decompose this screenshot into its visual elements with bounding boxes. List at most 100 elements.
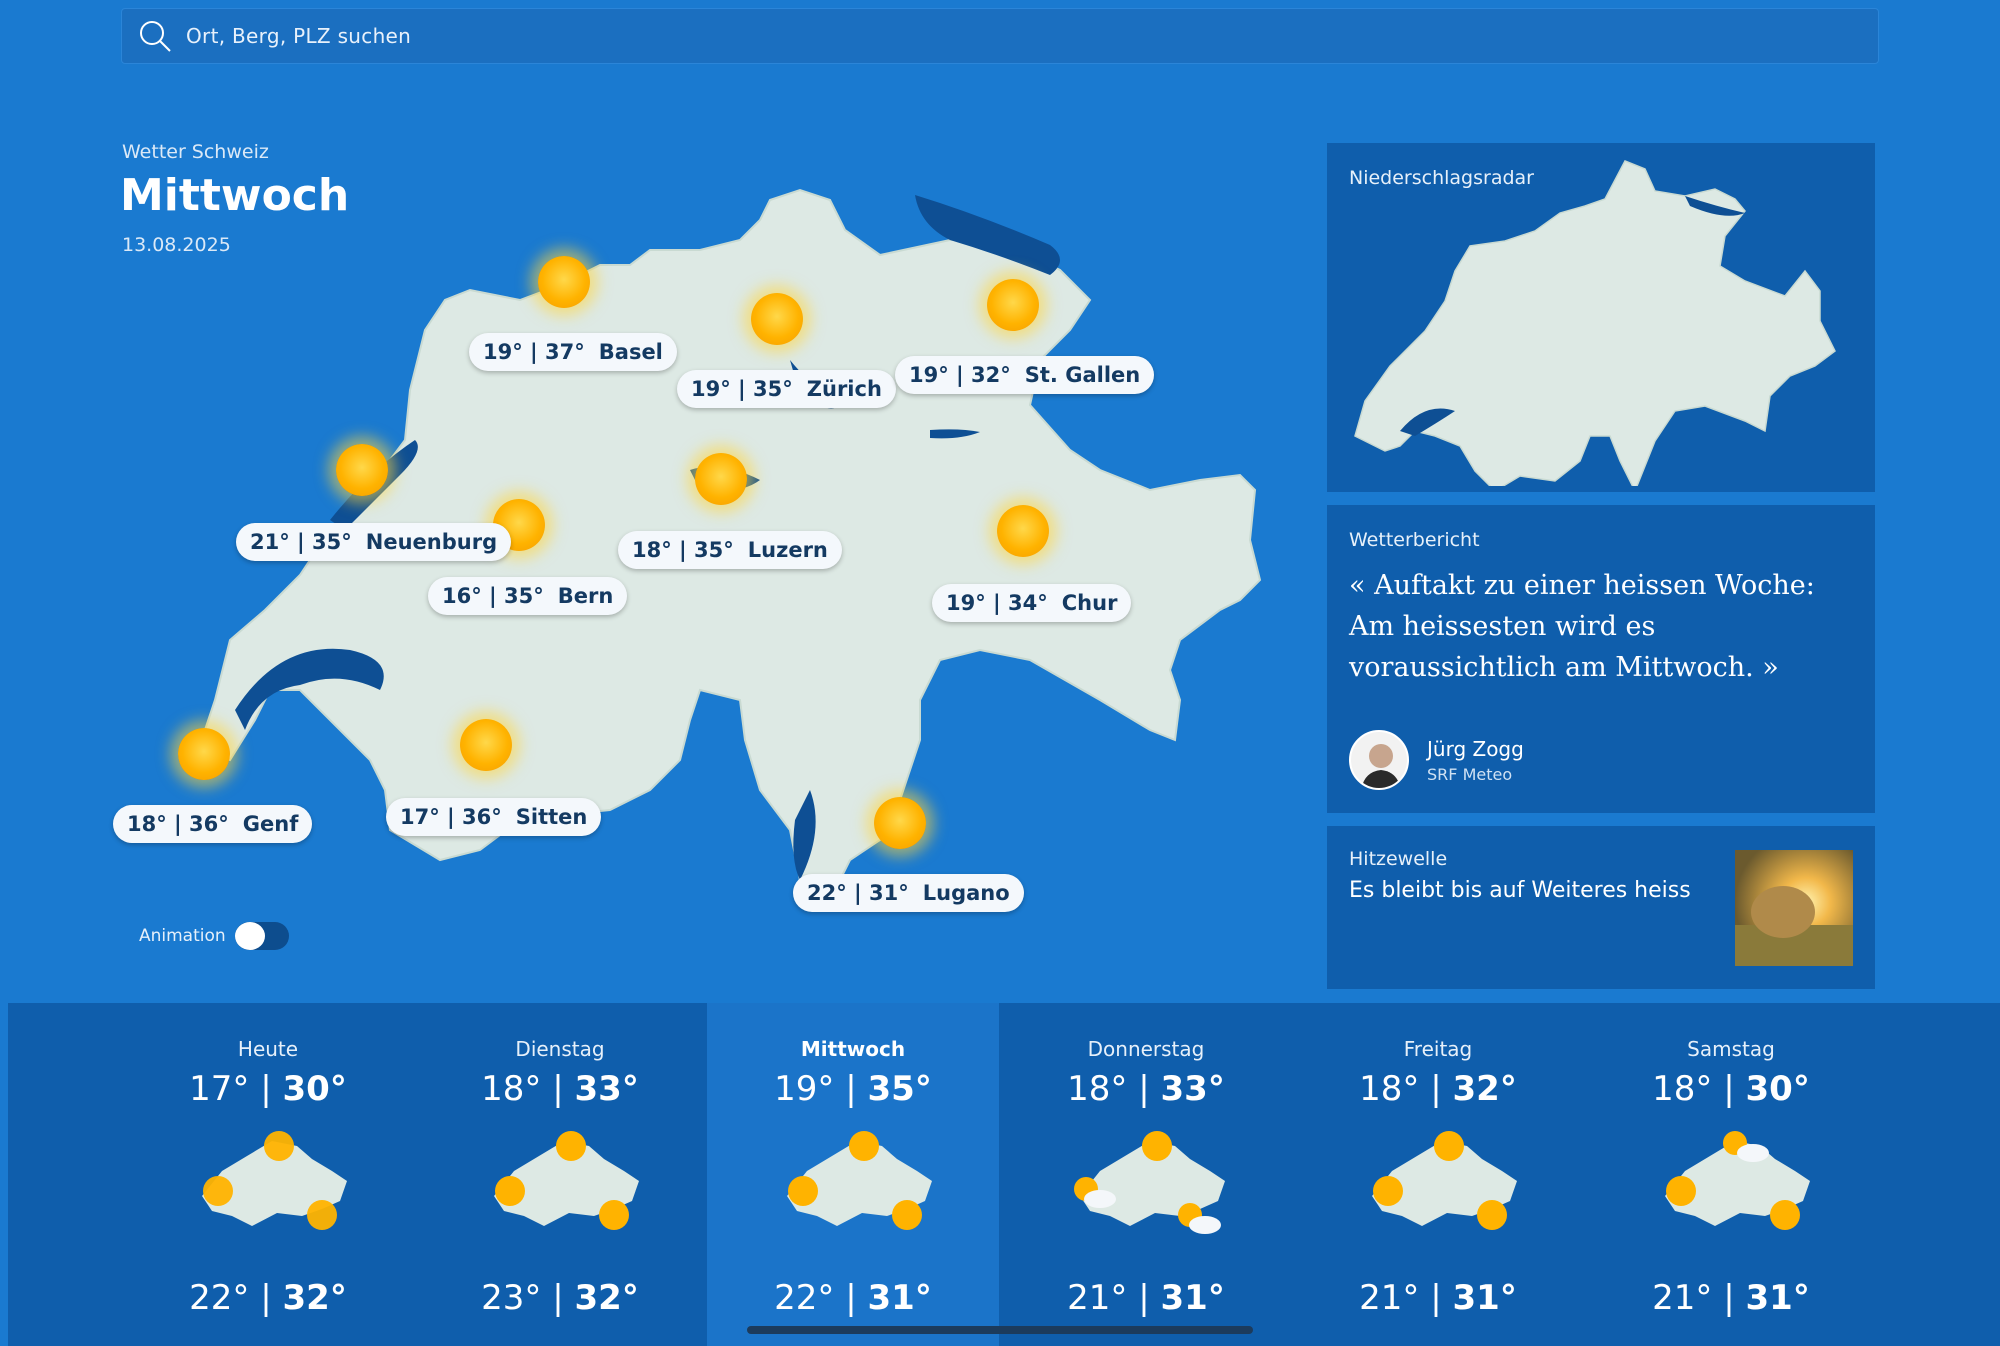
author-org: SRF Meteo [1427,764,1513,784]
city-label-sitten[interactable]: 17° | 36° Sitten [386,798,602,836]
day-name: Dienstag [515,1037,605,1061]
south-temp: 21° | 31° [1359,1278,1517,1318]
city-max: 31° [869,881,909,905]
heatwave-text: Es bleibt bis auf Weiteres heiss [1349,878,1691,903]
forecast-strip: Heute 17° | 30° 22° | 32° Dienstag 18° |… [8,1003,2000,1346]
mini-map-sun-cloud-icon [1074,1131,1225,1234]
search-icon [140,21,171,52]
city-min: 19° [946,591,986,615]
city-min: 18° [127,812,167,836]
city-name: Sitten [515,805,588,829]
report-author: Jürg Zogg SRF Meteo [1349,730,1524,790]
radar-map [1354,160,1836,486]
search-bar[interactable]: Ort, Berg, PLZ suchen [121,8,1879,64]
north-temp: 18° | 33° [481,1069,639,1109]
mini-map-sun-icon [1372,1131,1517,1230]
north-temp: 18° | 32° [1359,1069,1517,1109]
city-max: 32° [971,363,1011,387]
report-label: Wetterbericht [1349,529,1480,551]
city-max: 35° [694,538,734,562]
city-min: 22° [807,881,847,905]
mini-map-sun-icon [494,1131,639,1230]
forecast-day[interactable]: Heute 17° | 30° 22° | 32° [122,1003,414,1346]
city-min: 19° [483,340,523,364]
south-temp: 21° | 31° [1652,1278,1810,1318]
forecast-day[interactable]: Donnerstag 18° | 33° 21° | 31° [1000,1003,1292,1346]
sun-icon-sitten [460,719,512,771]
horizontal-scrollbar[interactable] [747,1326,1253,1334]
mini-map-sun-icon [787,1131,932,1230]
city-max: 36° [462,805,502,829]
forecast-day[interactable]: Freitag 18° | 32° 21° | 31° [1292,1003,1584,1346]
city-label-bern[interactable]: 16° | 35° Bern [428,577,628,615]
city-name: Genf [242,812,299,836]
animation-label: Animation [139,926,226,946]
animation-toggle[interactable] [235,922,289,950]
north-temp: 18° | 33° [1067,1069,1225,1109]
city-max: 36° [189,812,229,836]
south-temp: 23° | 32° [481,1278,639,1318]
city-label-genf[interactable]: 18° | 36° Genf [113,805,313,843]
report-quote: « Auftakt zu einer heissen Woche: Am hei… [1349,570,1815,683]
city-name: Luzern [747,538,828,562]
sun-icon-zurich [751,293,803,345]
radar-panel[interactable]: Niederschlagsradar [1327,143,1875,492]
city-min: 18° [632,538,672,562]
city-label-lugano[interactable]: 22° | 31° Lugano [793,874,1024,912]
city-name: Basel [598,340,663,364]
day-name: Freitag [1403,1037,1473,1061]
author-name: Jürg Zogg [1427,736,1524,761]
avatar [1349,730,1409,790]
city-min: 19° [909,363,949,387]
sun-icon-genf [178,728,230,780]
city-label-neuenburg[interactable]: 21° | 35° Neuenburg [236,523,512,561]
south-temp: 21° | 31° [1067,1278,1225,1318]
city-label-zurich[interactable]: 19° | 35° Zürich [677,370,896,408]
south-temp: 22° | 31° [774,1278,932,1318]
city-min: 21° [250,530,290,554]
city-max: 34° [1008,591,1048,615]
city-min: 17° [400,805,440,829]
city-name: Neuenburg [365,530,498,554]
sun-icon-neuenburg [336,444,388,496]
heatwave-label: Hitzewelle [1349,848,1448,870]
city-label-basel[interactable]: 19° | 37° Basel [469,333,677,371]
heatwave-panel[interactable]: Hitzewelle Es bleibt bis auf Weiteres he… [1327,826,1875,989]
city-max: 37° [545,340,585,364]
forecast-day-active[interactable]: Mittwoch 19° | 35° 22° | 31° [707,1003,999,1346]
city-label-chur[interactable]: 19° | 34° Chur [932,584,1132,622]
sun-icon-lugano [874,797,926,849]
mini-map-sun-cloud-icon [1665,1131,1810,1230]
north-temp: 19° | 35° [774,1069,932,1109]
city-label-luzern[interactable]: 18° | 35° Luzern [618,531,842,569]
day-name: Samstag [1687,1037,1775,1061]
city-max: 35° [312,530,352,554]
city-name: St. Gallen [1024,363,1141,387]
sun-icon-basel [538,256,590,308]
city-name: Zürich [806,377,882,401]
day-name: Donnerstag [1087,1037,1205,1061]
city-name: Bern [557,584,614,608]
heatwave-thumbnail [1735,850,1853,966]
weather-report-panel[interactable]: Wetterbericht « Auftakt zu einer heissen… [1327,505,1875,813]
switzerland-map[interactable] [0,140,1300,902]
north-temp: 18° | 30° [1652,1069,1810,1109]
sun-icon-stgallen [987,279,1039,331]
sun-icon-chur [997,505,1049,557]
south-temp: 22° | 32° [189,1278,347,1318]
search-input[interactable]: Ort, Berg, PLZ suchen [186,24,411,48]
forecast-day[interactable]: Dienstag 18° | 33° 23° | 32° [414,1003,706,1346]
mini-map-sun-icon [202,1131,347,1230]
north-temp: 17° | 30° [189,1069,347,1109]
city-name: Chur [1061,591,1118,615]
sun-icon-luzern [695,453,747,505]
city-min: 16° [442,584,482,608]
forecast-day[interactable]: Samstag 18° | 30° 21° | 31° [1585,1003,1877,1346]
day-name: Mittwoch [800,1037,906,1061]
city-min: 19° [691,377,731,401]
toggle-knob [235,922,265,950]
city-max: 35° [504,584,544,608]
city-label-stgallen[interactable]: 19° | 32° St. Gallen [895,356,1155,394]
city-max: 35° [753,377,793,401]
day-name: Heute [237,1037,299,1061]
